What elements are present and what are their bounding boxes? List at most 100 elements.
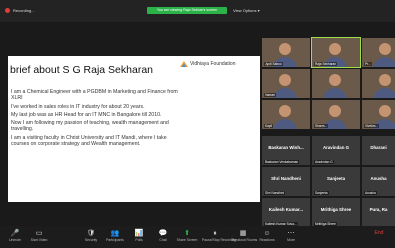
share-screen-button[interactable]: ⬆ Share Screen	[176, 229, 198, 242]
start-video-button[interactable]: ▭ Start Video	[28, 229, 50, 242]
participant-tile[interactable]: Vaman	[262, 69, 310, 98]
participant-tile[interactable]: Kailesh Kumar... Kailesh Kumar Sova...	[262, 198, 310, 227]
toolbar-label: Participants	[106, 238, 124, 242]
slide-body: I am a Chemical Engineer with a PGDBM in…	[11, 89, 181, 149]
view-options-menu[interactable]: View Options ▾	[233, 8, 260, 13]
chat-button[interactable]: 💬 Chat	[152, 229, 174, 242]
meeting-toolbar: 🎤 Unmute ▭ Start Video 🛡 Security 👥 Part…	[0, 226, 395, 248]
participant-tile[interactable]: Dharani	[362, 136, 395, 165]
polls-button[interactable]: 📊 Polls	[128, 229, 150, 242]
participant-display-name: Aravindan G	[322, 145, 350, 150]
participant-name: Aravindan G	[314, 160, 334, 164]
participant-name: Pr...	[364, 62, 372, 66]
breakout-rooms-button[interactable]: ▦ Breakout Rooms	[232, 229, 258, 242]
participant-name: Vivekm...	[364, 124, 380, 128]
participant-video	[279, 74, 291, 86]
participant-video	[279, 43, 291, 55]
participant-display-name: Anusha	[370, 176, 387, 181]
recording-indicator[interactable]: Recording...	[5, 8, 35, 13]
toolbar-label: Security	[84, 238, 98, 242]
reactions-button[interactable]: ☺ Reactions	[256, 229, 278, 242]
participant-tile[interactable]: Kapil	[262, 100, 310, 129]
share-screen-icon: ⬆	[184, 230, 190, 237]
participant-name: Kapil	[264, 124, 274, 128]
more-icon: ⋯	[287, 230, 295, 237]
participant-tile[interactable]: Anusha Anusha	[362, 167, 395, 196]
shield-icon: 🛡	[86, 230, 96, 237]
slide-title: brief about S G Raja Sekharan	[10, 64, 154, 76]
participants-icon: 👥	[110, 230, 120, 237]
recording-label: Recording...	[13, 8, 35, 13]
pause-stop-recording-button[interactable]: ⏸ Pause/Stop Recording	[202, 229, 236, 242]
breakout-rooms-icon: ▦	[239, 230, 247, 237]
participant-video	[279, 105, 291, 117]
participant-tile[interactable]	[312, 69, 360, 98]
participant-display-name: Pura, Ra	[369, 207, 388, 212]
toolbar-label: Start Video	[30, 238, 48, 242]
participant-display-name: Shri Nandheni	[271, 176, 301, 181]
participant-video	[379, 105, 391, 117]
more-button[interactable]: ⋯ More	[280, 229, 302, 242]
participant-tile[interactable]: Vivekm...	[362, 100, 395, 129]
top-bar: Recording... You are viewing Raja Sekhar…	[0, 0, 395, 22]
end-meeting-button[interactable]: End	[368, 229, 390, 238]
participant-tile[interactable]: Mrithiga Shree Mrithiga Shree	[312, 198, 360, 227]
security-button[interactable]: 🛡 Security	[80, 229, 102, 242]
participant-tile[interactable]: Pr...	[362, 38, 395, 67]
participant-display-name: Mrithiga Shree	[320, 207, 352, 212]
polls-icon: 📊	[134, 230, 144, 237]
participant-name: Anusha	[364, 191, 377, 195]
slide-paragraph: My last job was as HR Head for an IT MNC…	[11, 111, 162, 118]
toolbar-label: Reactions	[259, 238, 275, 242]
participant-display-name: Kailesh Kumar...	[268, 207, 304, 212]
participant-tile[interactable]: Sanjeeta Sanjeeta	[312, 167, 360, 196]
reactions-icon: ☺	[263, 230, 271, 237]
participant-video	[329, 43, 341, 55]
participant-tile[interactable]: Aravindan G Aravindan G	[312, 136, 360, 165]
toolbar-label: Breakout Rooms	[232, 238, 258, 242]
participant-video	[379, 74, 391, 86]
foundation-name: Vidhiaya Foundation	[190, 61, 236, 67]
recording-dot-icon	[5, 8, 10, 13]
participant-video	[329, 105, 341, 117]
participant-name: Vaman	[264, 93, 276, 97]
participant-video	[329, 74, 341, 86]
microphone-icon: 🎤	[10, 230, 20, 237]
end-label: End	[374, 230, 384, 236]
viewing-screen-banner: You are viewing Raja Sekhar's screen	[147, 7, 227, 14]
slide-paragraph: I am a Chemical Engineer with a PGDBM in…	[11, 89, 178, 102]
participant-name: Jyoti Saboo	[264, 62, 283, 66]
foundation-logo-icon	[180, 61, 188, 67]
participant-name: Sanjeeta	[314, 191, 329, 195]
participant-name: Sharm...	[314, 124, 329, 128]
participant-name: Baskaran Venkatraman	[264, 160, 300, 164]
participant-tile[interactable]: Pura, Ra	[362, 198, 395, 227]
foundation-logo: Vidhiaya Foundation	[180, 61, 236, 67]
participant-tile-speaking[interactable]: Raja Sekharan	[311, 37, 361, 68]
participant-video	[379, 43, 391, 55]
toolbar-label: Chat	[159, 238, 167, 242]
pause-icon: ⏸	[213, 230, 217, 237]
unmute-button[interactable]: 🎤 Unmute	[4, 229, 26, 242]
shared-screen-slide: brief about S G Raja Sekharan Vidhiaya F…	[8, 56, 260, 202]
participant-tile[interactable]: Sharm...	[312, 100, 360, 129]
slide-paragraph: Now I am following my passion of teachin…	[11, 120, 169, 133]
toolbar-label: More	[287, 238, 295, 242]
participant-display-name: Sanjeeta	[326, 176, 346, 181]
toolbar-label: Polls	[135, 238, 143, 242]
participant-display-name: Dharani	[370, 145, 387, 150]
slide-paragraph: I've worked in sales roles in IT industr…	[11, 103, 145, 110]
slide-paragraph: I am a visiting faculty in Christ Univer…	[11, 134, 167, 148]
participant-display-name: Baskaran Winh...	[268, 145, 304, 150]
participant-name: Shri Nandhini	[264, 191, 286, 195]
toolbar-label: Pause/Stop Recording	[202, 238, 236, 242]
toolbar-label: Unmute	[9, 238, 21, 242]
participants-button[interactable]: 👥 Participants	[104, 229, 126, 242]
participant-tile[interactable]: Shri Nandheni Shri Nandhini	[262, 167, 310, 196]
participant-tile[interactable]: Baskaran Winh... Baskaran Venkatraman	[262, 136, 310, 165]
participant-tile[interactable]: Jyoti Saboo	[262, 38, 310, 67]
participant-tile[interactable]	[362, 69, 395, 98]
toolbar-label: Share Screen	[176, 238, 198, 242]
chat-icon: 💬	[158, 230, 168, 237]
video-camera-icon: ▭	[35, 230, 43, 237]
